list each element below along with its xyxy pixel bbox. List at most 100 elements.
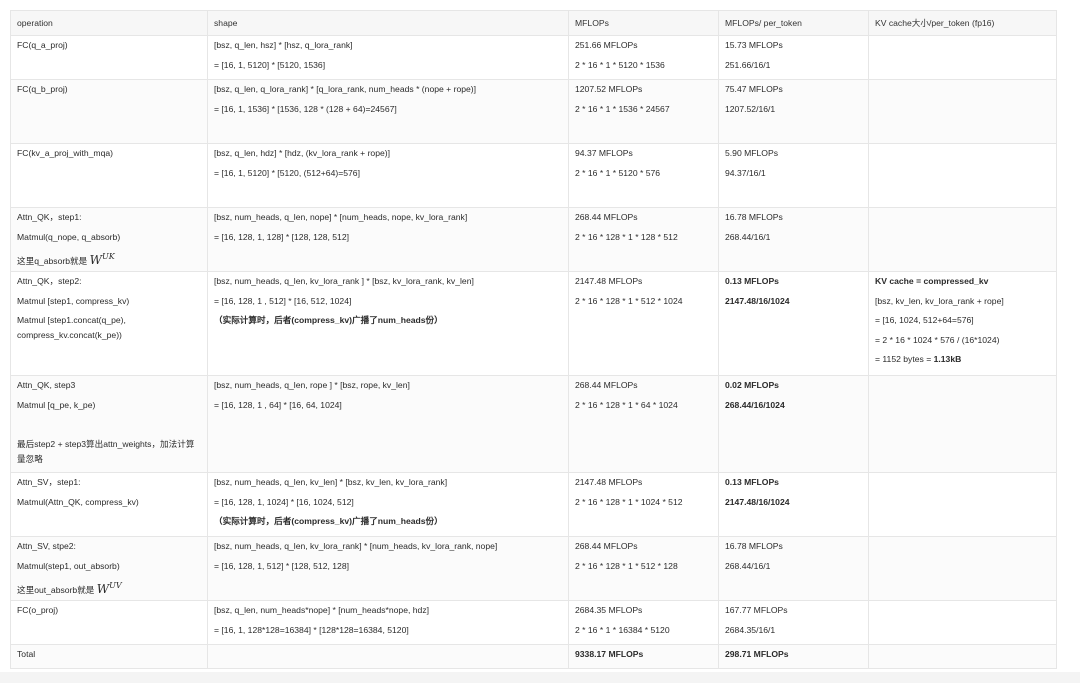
operation-text: Matmul [step1, compress_kv)	[17, 295, 130, 306]
shape-text: = [16, 1, 5120] * [5120, (512+64)=576]	[214, 167, 360, 178]
mflops-formula: 2 * 16 * 1 * 1536 * 24567	[575, 103, 670, 114]
per-token-cell: 5.90 MFLOPs 94.37/16/1	[718, 143, 869, 208]
shape-cell: [bsz, num_heads, q_len, kv_lora_rank ] *…	[207, 271, 569, 376]
header-row: operation shape MFLOPs MFLOPs/ per_token…	[10, 10, 1057, 36]
operation-cell: Attn_SV，step1: Matmul(Attn_QK, compress_…	[10, 472, 208, 537]
mflops-value: 2147.48 MFLOPs	[575, 276, 643, 286]
per-token-value: 16.78 MFLOPs	[725, 212, 783, 222]
operation-text: Attn_SV, stpe2:	[17, 541, 76, 551]
shape-text: [bsz, q_len, num_heads*nope] * [num_head…	[214, 605, 429, 615]
shape-cell: [bsz, num_heads, q_len, nope] * [num_hea…	[207, 207, 569, 272]
mflops-formula: 2 * 16 * 128 * 1 * 128 * 512	[575, 231, 678, 242]
table-row: FC(q_a_proj) [bsz, q_len, hsz] * [hsz, q…	[10, 35, 1057, 80]
shape-text: [bsz, num_heads, q_len, kv_lora_rank] * …	[214, 541, 498, 551]
mflops-formula: 2 * 16 * 1 * 5120 * 1536	[575, 59, 665, 70]
mflops-cell: 268.44 MFLOPs 2 * 16 * 128 * 1 * 128 * 5…	[568, 207, 719, 272]
shape-cell: [bsz, num_heads, q_len, kv_len] * [bsz, …	[207, 472, 569, 537]
mflops-value: 268.44 MFLOPs	[575, 212, 638, 222]
operation-cell: Attn_QK，step2: Matmul [step1, compress_k…	[10, 271, 208, 376]
kv-cache-formula: = 2 * 16 * 1024 * 576 / (16*1024)	[875, 334, 1000, 345]
operation-text: Matmul [q_pe, k_pe)	[17, 399, 96, 410]
per-token-value: 0.13 MFLOPs	[725, 276, 779, 286]
shape-text: = [16, 128, 1, 128] * [128, 128, 512]	[214, 231, 349, 242]
total-mflops: 9338.17 MFLOPs	[575, 649, 644, 659]
kv-cell	[868, 35, 1057, 80]
shape-text: = [16, 128, 1, 1024] * [16, 1024, 512]	[214, 496, 354, 507]
table-row: FC(o_proj) [bsz, q_len, num_heads*nope] …	[10, 600, 1057, 645]
mflops-table: operation shape MFLOPs MFLOPs/ per_token…	[10, 10, 1057, 669]
per-token-cell: 298.71 MFLOPs	[718, 644, 869, 669]
mflops-value: 1207.52 MFLOPs	[575, 84, 643, 94]
operation-cell: FC(q_a_proj)	[10, 35, 208, 80]
mflops-formula: 2 * 16 * 128 * 1 * 1024 * 512	[575, 496, 683, 507]
kv-cell	[868, 600, 1057, 645]
mflops-value: 2147.48 MFLOPs	[575, 477, 643, 487]
mflops-cell: 2147.48 MFLOPs 2 * 16 * 128 * 1 * 1024 *…	[568, 472, 719, 537]
per-token-value: 75.47 MFLOPs	[725, 84, 783, 94]
shape-cell: [bsz, num_heads, q_len, rope ] * [bsz, r…	[207, 375, 569, 473]
table-row: Attn_SV, stpe2: Matmul(step1, out_absorb…	[10, 536, 1057, 601]
mflops-cell: 9338.17 MFLOPs	[568, 644, 719, 669]
mflops-value: 268.44 MFLOPs	[575, 541, 638, 551]
kv-cell	[868, 375, 1057, 473]
per-token-formula: 268.44/16/1	[725, 560, 771, 571]
shape-text: = [16, 128, 1, 512] * [128, 512, 128]	[214, 560, 349, 571]
mflops-formula: 2 * 16 * 128 * 1 * 512 * 128	[575, 560, 678, 571]
table-row: FC(kv_a_proj_with_mqa) [bsz, q_len, hdz]…	[10, 143, 1057, 208]
per-token-cell: 167.77 MFLOPs 2684.35/16/1	[718, 600, 869, 645]
kv-cache-title: KV cache = compressed_kv	[875, 276, 989, 286]
per-token-formula: 268.44/16/1024	[725, 399, 785, 410]
operation-text: FC(kv_a_proj_with_mqa)	[17, 148, 113, 158]
mflops-cell: 268.44 MFLOPs 2 * 16 * 128 * 1 * 64 * 10…	[568, 375, 719, 473]
per-token-cell: 0.13 MFLOPs 2147.48/16/1024	[718, 271, 869, 376]
table-row: Attn_QK，step1: Matmul(q_nope, q_absorb) …	[10, 207, 1057, 272]
operation-math-line: 这里out_absorb就是 WUV	[17, 576, 201, 596]
per-token-value: 0.02 MFLOPs	[725, 380, 779, 390]
bottom-strip	[0, 672, 1080, 683]
per-token-formula: 1207.52/16/1	[725, 103, 776, 114]
operation-text: FC(q_b_proj)	[17, 84, 68, 94]
shape-text: [bsz, q_len, q_lora_rank] * [q_lora_rank…	[214, 84, 477, 94]
operation-cell: Attn_SV, stpe2: Matmul(step1, out_absorb…	[10, 536, 208, 601]
shape-text: [bsz, num_heads, q_len, rope ] * [bsz, r…	[214, 380, 410, 390]
shape-cell: [bsz, q_len, hdz] * [hdz, (kv_lora_rank …	[207, 143, 569, 208]
mflops-cell: 268.44 MFLOPs 2 * 16 * 128 * 1 * 512 * 1…	[568, 536, 719, 601]
kv-cache-shape: [bsz, kv_len, kv_lora_rank + rope]	[875, 295, 1004, 306]
operation-text: Attn_QK，step1:	[17, 212, 82, 222]
kv-cell	[868, 472, 1057, 537]
col-header-mflops: MFLOPs	[568, 10, 719, 36]
per-token-value: 16.78 MFLOPs	[725, 541, 783, 551]
per-token-value: 167.77 MFLOPs	[725, 605, 788, 615]
operation-text: Attn_QK, step3	[17, 380, 76, 390]
table-row: FC(q_b_proj) [bsz, q_len, q_lora_rank] *…	[10, 79, 1057, 144]
per-token-cell: 16.78 MFLOPs 268.44/16/1	[718, 536, 869, 601]
table-row: Attn_QK，step2: Matmul [step1, compress_k…	[10, 271, 1057, 376]
shape-text: [bsz, num_heads, q_len, nope] * [num_hea…	[214, 212, 468, 222]
shape-cell: [bsz, q_len, hsz] * [hsz, q_lora_rank] =…	[207, 35, 569, 80]
shape-text: [bsz, q_len, hsz] * [hsz, q_lora_rank]	[214, 40, 353, 50]
shape-text: = [16, 128, 1 , 512] * [16, 512, 1024]	[214, 295, 352, 306]
operation-text: Matmul [step1.concat(q_pe), compress_kv.…	[17, 315, 126, 341]
col-header-shape: shape	[207, 10, 569, 36]
shape-note: （实际计算时，后者(compress_kv)广播了num_heads份）	[214, 315, 443, 326]
table-row: Attn_SV，step1: Matmul(Attn_QK, compress_…	[10, 472, 1057, 537]
mflops-value: 94.37 MFLOPs	[575, 148, 633, 158]
total-per-token: 298.71 MFLOPs	[725, 649, 789, 659]
shape-text: [bsz, num_heads, q_len, kv_lora_rank ] *…	[214, 276, 474, 286]
per-token-cell: 75.47 MFLOPs 1207.52/16/1	[718, 79, 869, 144]
mflops-cell: 94.37 MFLOPs 2 * 16 * 1 * 5120 * 576	[568, 143, 719, 208]
table-row: Attn_QK, step3 Matmul [q_pe, k_pe) 最后ste…	[10, 375, 1057, 473]
total-label: Total	[17, 649, 36, 659]
mflops-value: 2684.35 MFLOPs	[575, 605, 643, 615]
per-token-value: 15.73 MFLOPs	[725, 40, 783, 50]
operation-cell: Attn_QK，step1: Matmul(q_nope, q_absorb) …	[10, 207, 208, 272]
operation-math-prefix: 这里q_absorb就是	[17, 256, 88, 267]
per-token-formula: 2147.48/16/1024	[725, 295, 790, 306]
shape-text: = [16, 1, 1536] * [1536, 128 * (128 + 64…	[214, 103, 397, 114]
operation-text: Matmul(Attn_QK, compress_kv)	[17, 496, 139, 507]
shape-text: [bsz, q_len, hdz] * [hdz, (kv_lora_rank …	[214, 148, 391, 158]
per-token-formula: 94.37/16/1	[725, 167, 766, 178]
kv-cell	[868, 79, 1057, 144]
mflops-value: 268.44 MFLOPs	[575, 380, 638, 390]
